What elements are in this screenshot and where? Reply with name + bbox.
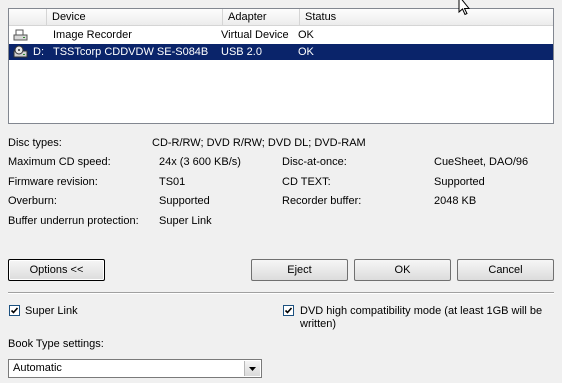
overburn-value: Supported bbox=[159, 195, 210, 207]
device-status: OK bbox=[298, 29, 314, 41]
max-speed-value: 24x (3 600 KB/s) bbox=[159, 156, 241, 168]
chevron-down-icon bbox=[249, 367, 256, 371]
image-recorder-icon bbox=[13, 29, 28, 41]
firmware-label: Firmware revision: bbox=[8, 176, 98, 188]
cd-text-value: Supported bbox=[434, 176, 485, 188]
eject-button[interactable]: Eject bbox=[251, 259, 348, 281]
book-type-value: Automatic bbox=[13, 362, 62, 374]
list-item-selected[interactable]: D: TSSTcorp CDDVDW SE-S084B USB 2.0 OK bbox=[9, 44, 553, 60]
cancel-button[interactable]: Cancel bbox=[457, 259, 554, 281]
disc-at-once-label: Disc-at-once: bbox=[282, 156, 347, 168]
column-header-status[interactable]: Status bbox=[300, 9, 555, 25]
book-type-label: Book Type settings: bbox=[8, 338, 104, 350]
overburn-label: Overburn: bbox=[8, 195, 57, 207]
dvd-compat-label-line1[interactable]: DVD high compatibility mode (at least 1G… bbox=[300, 305, 542, 318]
adapter-name: USB 2.0 bbox=[221, 46, 262, 58]
adapter-name: Virtual Device bbox=[221, 29, 289, 41]
disc-types-value: CD-R/RW; DVD R/RW; DVD DL; DVD-RAM bbox=[152, 137, 366, 149]
drive-letter: D: bbox=[33, 46, 44, 58]
options-button[interactable]: Options << bbox=[8, 259, 105, 281]
super-link-checkbox[interactable] bbox=[9, 305, 20, 316]
underrun-protection-label: Buffer underrun protection: bbox=[8, 215, 139, 227]
book-type-select[interactable]: Automatic bbox=[8, 359, 262, 378]
recorder-buffer-value: 2048 KB bbox=[434, 195, 477, 207]
cd-text-label: CD TEXT: bbox=[282, 176, 331, 188]
device-name: TSSTcorp CDDVDW SE-S084B bbox=[53, 46, 209, 58]
column-header-adapter[interactable]: Adapter bbox=[223, 9, 300, 25]
mouse-cursor-icon bbox=[458, 0, 471, 16]
disc-drive-icon bbox=[13, 45, 28, 58]
disc-at-once-value: CueSheet, DAO/96 bbox=[434, 156, 529, 168]
ok-button[interactable]: OK bbox=[354, 259, 451, 281]
column-header-icon[interactable] bbox=[9, 9, 47, 25]
disc-types-label: Disc types: bbox=[8, 137, 62, 149]
checkmark-icon bbox=[284, 307, 293, 314]
separator bbox=[8, 292, 554, 294]
dvd-compat-label-line2[interactable]: written) bbox=[300, 318, 336, 331]
firmware-value: TS01 bbox=[159, 176, 186, 188]
device-status: OK bbox=[298, 46, 314, 58]
dropdown-button[interactable] bbox=[244, 361, 260, 376]
recorder-buffer-label: Recorder buffer: bbox=[282, 195, 362, 207]
dvd-compat-checkbox[interactable] bbox=[283, 305, 294, 316]
checkmark-icon bbox=[10, 307, 19, 314]
column-header-device[interactable]: Device bbox=[47, 9, 223, 25]
device-name: Image Recorder bbox=[53, 29, 132, 41]
underrun-protection-value: Super Link bbox=[159, 215, 212, 227]
list-item[interactable]: Image Recorder Virtual Device OK bbox=[9, 27, 553, 43]
super-link-label[interactable]: Super Link bbox=[25, 305, 78, 318]
device-list[interactable]: Device Adapter Status Image Recorder Vir… bbox=[8, 8, 554, 124]
max-speed-label: Maximum CD speed: bbox=[8, 156, 111, 168]
